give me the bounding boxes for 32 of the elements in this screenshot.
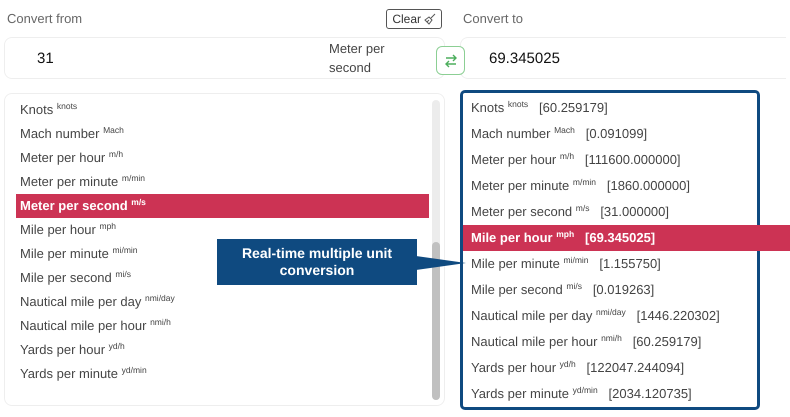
unit-option[interactable]: Meter per second $^{m/s}$	[16, 194, 429, 218]
unit-option[interactable]: Yards per minute $^{yd/min}$	[16, 362, 429, 386]
swap-icon	[442, 52, 458, 68]
unit-option[interactable]: Knots $^{knots}$	[16, 98, 429, 122]
broom-icon	[424, 12, 436, 24]
unit-option[interactable]: Mile per hour $^{mph}$	[16, 218, 429, 242]
scrollbar[interactable]	[432, 100, 440, 400]
callout-label: Real-time multiple unit conversion	[217, 239, 417, 285]
unit-result[interactable]: Meter per minute $^{m/min}$ [1860.000000]	[463, 173, 757, 199]
unit-result[interactable]: Mile per hour $^{mph}$ [69.345025]	[463, 225, 790, 251]
input-field[interactable]: 31 Meter per second	[4, 37, 445, 79]
unit-result[interactable]: Yards per minute $^{yd/min}$ [2034.120735]	[463, 381, 757, 407]
unit-result[interactable]: Nautical mile per hour $^{nmi/h}$ [60.259179]	[463, 329, 757, 355]
unit-result[interactable]: Mile per minute $^{mi/min}$ [1.155750]	[463, 251, 757, 277]
section-label: Convert to	[463, 11, 523, 26]
unit-result[interactable]: Nautical mile per day $^{nmi/day}$ [1446.220302]	[463, 303, 757, 329]
unit-result[interactable]: Meter per second $^{m/s}$ [31.000000]	[463, 199, 757, 225]
clear-button[interactable]: Clear	[386, 8, 442, 28]
section-label: Convert from	[7, 11, 82, 26]
unit-option[interactable]: Mach number $^{Mach}$	[16, 122, 429, 146]
unit-result[interactable]: Yards per hour $^{yd/h}$ [122047.244094]	[463, 355, 757, 381]
unit-option[interactable]: Nautical mile per hour $^{nmi/h}$	[16, 314, 429, 338]
unit-option[interactable]: Meter per minute $^{m/min}$	[16, 170, 429, 194]
unit-result[interactable]: Mach number $^{Mach}$ [0.091099]	[463, 121, 757, 147]
unit-result[interactable]: Knots $^{knots}$ [60.259179]	[463, 95, 757, 121]
unit-result[interactable]: Meter per hour $^{m/h}$ [111600.000000]	[463, 147, 757, 173]
unit-option[interactable]: Yards per hour $^{yd/h}$	[16, 338, 429, 362]
unit-result[interactable]: Mile per second $^{mi/s}$ [0.019263]	[463, 277, 757, 303]
unit-option[interactable]: Nautical mile per day $^{nmi/day}$	[16, 290, 429, 314]
swap-button[interactable]	[436, 46, 465, 75]
unit-option[interactable]: Meter per hour $^{m/h}$	[16, 146, 429, 170]
output-field[interactable]: 69.345025	[460, 37, 786, 79]
